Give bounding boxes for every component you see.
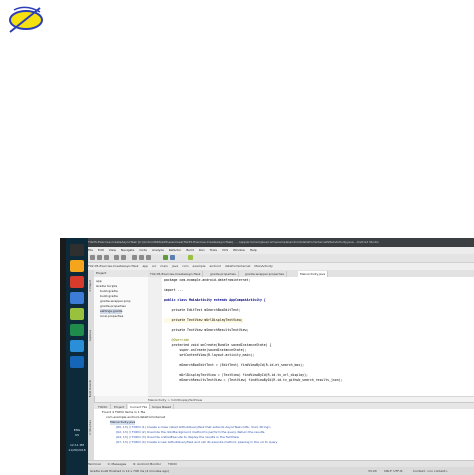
mail-icon[interactable] bbox=[70, 340, 84, 352]
breadcrumb-item[interactable]: main bbox=[160, 264, 168, 268]
code-line: mSearchResultsTextView = (TextView) find… bbox=[164, 378, 343, 382]
status-bar: Gradle build finished in 12 s 798 ms (4 … bbox=[88, 467, 474, 475]
code-line: public class MainActivity extends AppCom… bbox=[164, 298, 266, 302]
code-line: package com.example.android.datafrominte… bbox=[164, 278, 251, 282]
code-line-current: private TextView mUrlDisplayTextView; bbox=[164, 318, 243, 323]
windows-taskbar: ENG US 12:11 PM 11/26/2016 bbox=[66, 238, 88, 475]
breadcrumb: T02.05-Exercise-CreateAsyncTask app src … bbox=[88, 263, 474, 270]
taskbar-time[interactable]: 12:11 PM bbox=[66, 443, 88, 447]
captures-tool-tab[interactable]: Captures bbox=[89, 330, 92, 341]
store-icon[interactable] bbox=[70, 356, 84, 368]
android-studio-icon[interactable] bbox=[70, 308, 84, 320]
editor-tabs: T02.05-Exercise-CreateAsyncTask gradle.p… bbox=[148, 270, 474, 277]
paste-icon[interactable] bbox=[146, 255, 151, 260]
menu-navigate[interactable]: Navigate bbox=[121, 248, 134, 252]
taskbar-lang[interactable]: ENG bbox=[66, 428, 88, 432]
breadcrumb-item[interactable]: com bbox=[182, 264, 188, 268]
menu-tools[interactable]: Tools bbox=[210, 248, 217, 252]
build-variants-tool-tab[interactable]: Build Variants bbox=[89, 380, 92, 397]
taskbar-date[interactable]: 11/26/2016 bbox=[66, 448, 88, 452]
messages-tab[interactable]: 0: Messages bbox=[108, 462, 127, 466]
breadcrumb-item[interactable]: android bbox=[209, 264, 220, 268]
code-line: setContentView(R.layout.activity_main); bbox=[164, 353, 255, 357]
file-encoding[interactable]: CRLF: UTF-8: bbox=[384, 467, 403, 475]
breadcrumb-item[interactable]: T02.05-Exercise-CreateAsyncTask bbox=[88, 264, 138, 268]
debug-icon[interactable] bbox=[170, 255, 175, 260]
menu-file[interactable]: File bbox=[88, 248, 93, 252]
save-icon[interactable] bbox=[97, 255, 102, 260]
menu-help[interactable]: Help bbox=[250, 248, 257, 252]
run-icon[interactable] bbox=[163, 255, 168, 260]
code-editor[interactable]: package com.example.android.datafrominte… bbox=[162, 277, 474, 396]
open-icon[interactable] bbox=[90, 255, 95, 260]
menu-run[interactable]: Run bbox=[199, 248, 205, 252]
context-indicator[interactable]: Context: <no context> bbox=[413, 467, 448, 475]
structure-tool-tab[interactable]: 2: Structure bbox=[89, 420, 92, 435]
spotify-icon[interactable] bbox=[70, 324, 84, 336]
code-line: private EditText mSearchBoxEditText; bbox=[164, 308, 241, 312]
undo-icon[interactable] bbox=[114, 255, 119, 260]
ide-window: TIG35-Exercise-CreateAsyncTask [C:\Andro… bbox=[88, 238, 474, 475]
menu-view[interactable]: View bbox=[109, 248, 116, 252]
file-explorer-icon[interactable] bbox=[70, 292, 84, 304]
sync-icon[interactable] bbox=[104, 255, 109, 260]
tree-item[interactable]: local.properties bbox=[100, 314, 123, 319]
breadcrumb-item[interactable]: MainActivity bbox=[254, 264, 272, 268]
code-line: private TextView mSearchResultsTextView; bbox=[164, 328, 249, 332]
windows-start-icon[interactable] bbox=[70, 244, 84, 256]
window-title: TIG35-Exercise-CreateAsyncTask [C:\Andro… bbox=[88, 238, 474, 247]
copy-icon[interactable] bbox=[139, 255, 144, 260]
cursor-position[interactable]: 33:20 bbox=[368, 467, 377, 475]
terminal-tab[interactable]: Terminal bbox=[88, 462, 101, 466]
android-icon[interactable] bbox=[188, 255, 193, 260]
breadcrumb-item[interactable]: datafrominternet bbox=[225, 264, 251, 268]
breadcrumb-item[interactable]: app bbox=[142, 264, 148, 268]
android-monitor-tab[interactable]: 6: Android Monitor bbox=[133, 462, 161, 466]
project-tool-tab[interactable]: 1: Project bbox=[89, 280, 92, 292]
todo-item[interactable]: (67, 13) // TODO (4) Create a new Github… bbox=[116, 440, 277, 445]
menu-refactor[interactable]: Refactor bbox=[169, 248, 182, 252]
todo-tab-bottom[interactable]: TODO bbox=[168, 462, 177, 466]
menu-vcs[interactable]: VCS bbox=[222, 248, 228, 252]
todo-panel: Found 4 TODO items in 1 file com.example… bbox=[94, 409, 474, 460]
project-panel: Project app Gradle Scripts build.gradle … bbox=[94, 270, 149, 396]
logo-icon bbox=[9, 6, 43, 33]
menu-analyze[interactable]: Analyze bbox=[152, 248, 164, 252]
code-line: import ... bbox=[164, 288, 184, 292]
cut-icon[interactable] bbox=[132, 255, 137, 260]
chrome-icon[interactable] bbox=[70, 260, 84, 272]
menu-edit[interactable]: Edit bbox=[98, 248, 104, 252]
breadcrumb-item[interactable]: java bbox=[172, 264, 178, 268]
redo-icon[interactable] bbox=[121, 255, 126, 260]
menu-code[interactable]: Code bbox=[139, 248, 147, 252]
menu-bar: File Edit View Navigate Code Analyze Ref… bbox=[88, 247, 474, 254]
code-line: mSearchBoxEditText = (EditText) findView… bbox=[164, 363, 305, 367]
toolbar bbox=[88, 254, 474, 263]
menu-window[interactable]: Window bbox=[233, 248, 245, 252]
project-panel-header[interactable]: Project bbox=[94, 270, 148, 277]
breadcrumb-item[interactable]: example bbox=[193, 264, 206, 268]
menu-build[interactable]: Build bbox=[186, 248, 194, 252]
app-icon[interactable] bbox=[70, 276, 84, 288]
breadcrumb-item[interactable]: src bbox=[152, 264, 156, 268]
taskbar-region[interactable]: US bbox=[66, 433, 88, 437]
status-message: Gradle build finished in 12 s 798 ms (4 … bbox=[90, 469, 170, 473]
line-gutter bbox=[148, 277, 163, 396]
